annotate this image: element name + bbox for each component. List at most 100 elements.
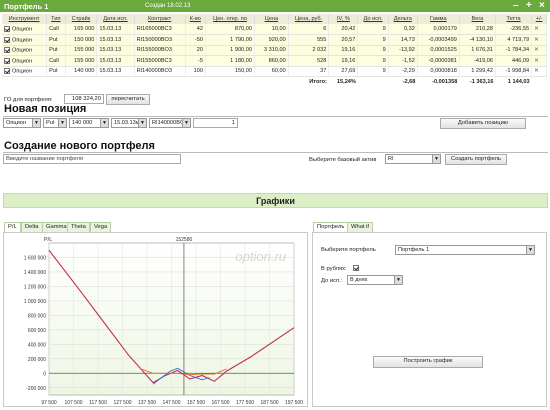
instrument-select[interactable]: Опцион ▼ <box>3 118 41 128</box>
tab-delta[interactable]: Delta <box>21 222 43 232</box>
totals-row: Итого: 15,24% -2,68 -0,001358 -1 363,16 1 144… <box>2 77 547 88</box>
base-asset-select[interactable]: RI ▼ <box>385 154 441 164</box>
column-header[interactable]: Цен. откр. по <box>205 14 255 24</box>
x-tick-label: 187 500 <box>260 400 278 406</box>
table-cell: 1 676,31 <box>459 45 497 56</box>
table-cell: 0,000179 <box>417 24 460 35</box>
y-tick-label: 200 000 <box>28 357 46 363</box>
quantity-input[interactable]: 1 <box>193 118 238 128</box>
table-cell: RI155000BC3 <box>134 55 186 67</box>
minimize-icon[interactable]: – <box>513 0 519 11</box>
table-cell: 20,42 <box>328 24 359 35</box>
new-portfolio-title: Создание нового портфеля <box>4 140 155 152</box>
remove-row-icon[interactable]: ✕ <box>534 58 539 64</box>
recalc-button[interactable]: пересчитать <box>106 94 150 105</box>
instrument-label: Опцион <box>12 57 32 64</box>
tab-theta[interactable]: Theta <box>67 222 90 232</box>
column-header[interactable]: Гамма <box>417 14 460 24</box>
base-asset-select-value: RI <box>388 156 394 162</box>
x-tick-label: 197 500 <box>285 400 303 406</box>
table-cell: 6 <box>288 24 330 35</box>
table-cell: 9 <box>357 55 389 67</box>
column-header[interactable]: Дельта <box>388 14 418 24</box>
portfolio-name-input[interactable]: Введите название портфеля <box>3 154 181 164</box>
column-header[interactable]: IV, % <box>328 14 359 24</box>
strike-select[interactable]: 140 000 ▼ <box>69 118 109 128</box>
tab-pl[interactable]: P/L <box>4 222 21 232</box>
table-cell: 150 000 <box>65 34 98 46</box>
column-header[interactable]: +/- <box>531 14 547 24</box>
new-position-title: Новая позиция <box>4 103 87 115</box>
table-cell: RI155000BO3 <box>134 45 186 56</box>
column-header[interactable]: Дата исп. <box>96 14 135 24</box>
remove-row-icon[interactable]: ✕ <box>534 26 539 32</box>
portfolio-select-label: Выберите портфель <box>321 247 376 253</box>
row-checkbox[interactable] <box>4 57 10 64</box>
remove-row-icon[interactable]: ✕ <box>534 47 539 53</box>
table-cell: 0,32 <box>388 24 418 35</box>
column-header[interactable]: Страйк <box>65 14 98 24</box>
table-cell: Put <box>46 34 66 46</box>
create-portfolio-button[interactable]: Создать портфель <box>445 154 507 165</box>
until-select-value: В днях <box>350 277 368 283</box>
y-tick-label: 800 000 <box>28 313 46 319</box>
remove-row-cell: ✕ <box>531 66 547 77</box>
until-select[interactable]: В днях ▼ <box>347 275 403 285</box>
table-cell: 19,16 <box>328 45 359 56</box>
table-cell: 15.03.13 <box>96 45 135 56</box>
column-header[interactable]: К-во <box>185 14 206 24</box>
table-cell: 4 719,79 <box>495 34 533 46</box>
tab-what-if[interactable]: What if <box>347 222 374 232</box>
y-tick-label: 400 000 <box>28 342 46 348</box>
instrument-label: Опцион <box>12 47 32 54</box>
column-header[interactable]: До исп. <box>357 14 389 24</box>
table-cell: 1 180,00 <box>205 55 255 67</box>
contract-select[interactable]: RI140000BO3 ▼ <box>149 118 191 128</box>
date-select[interactable]: 15.03.13м ▼ <box>111 118 147 128</box>
column-header[interactable]: Контракт <box>134 14 186 24</box>
column-header[interactable]: Тетта <box>495 14 533 24</box>
chevron-down-icon: ▼ <box>58 119 66 127</box>
portfolio-select[interactable]: Портфель 1 ▼ <box>395 245 535 255</box>
remove-row-cell: ✕ <box>531 24 547 35</box>
column-header[interactable]: Цена, руб. <box>288 14 330 24</box>
remove-row-icon[interactable]: ✕ <box>534 37 539 43</box>
table-cell: -2,29 <box>388 66 418 77</box>
row-checkbox[interactable] <box>4 25 10 32</box>
rub-checkbox[interactable] <box>353 265 359 271</box>
column-header[interactable]: Инструмент <box>2 14 48 24</box>
table-row: Опцион Call 155 000 15.03.13 RI155000BC3 -5 1 … <box>2 55 547 67</box>
table-cell: 27,69 <box>328 66 359 77</box>
table-cell: -236,55 <box>495 24 533 35</box>
close-icon[interactable]: × <box>539 0 545 11</box>
tab-portfolio[interactable]: Портфель <box>313 222 349 232</box>
created-date: Создан 18.02.13 <box>145 3 191 9</box>
table-cell: 210,28 <box>459 24 497 35</box>
column-header[interactable]: Цена <box>254 14 289 24</box>
add-icon[interactable]: + <box>526 0 532 11</box>
build-chart-button[interactable]: Построить график <box>373 356 483 368</box>
column-header[interactable]: Вега <box>459 14 497 24</box>
column-header[interactable]: Тип <box>46 14 66 24</box>
row-checkbox[interactable] <box>4 68 10 74</box>
table-cell: 446,09 <box>495 55 533 67</box>
chevron-down-icon: ▼ <box>138 119 146 127</box>
row-checkbox[interactable] <box>4 47 10 53</box>
table-cell: RI140000BO3 <box>134 66 186 77</box>
table-cell: -50 <box>185 34 206 46</box>
empty-cell <box>358 77 388 88</box>
kind-select[interactable]: Put ▼ <box>43 118 67 128</box>
table-cell-instrument: Опцион <box>2 45 48 56</box>
tab-vega[interactable]: Vega <box>90 222 112 232</box>
table-cell: -1 998,84 <box>495 66 533 77</box>
table-cell: RI165000BC3 <box>134 24 186 35</box>
rub-label: В рублях: <box>321 266 347 272</box>
table-cell: 10,00 <box>254 24 289 35</box>
add-position-button[interactable]: Добавить позицию <box>440 118 526 129</box>
base-asset-label: Выберите базовый актив <box>309 157 377 163</box>
row-checkbox[interactable] <box>4 36 10 43</box>
marker-label: 152580 <box>176 237 193 243</box>
remove-row-icon[interactable]: ✕ <box>534 68 539 74</box>
table-cell: 165 000 <box>65 24 98 35</box>
chevron-down-icon: ▼ <box>100 119 108 127</box>
